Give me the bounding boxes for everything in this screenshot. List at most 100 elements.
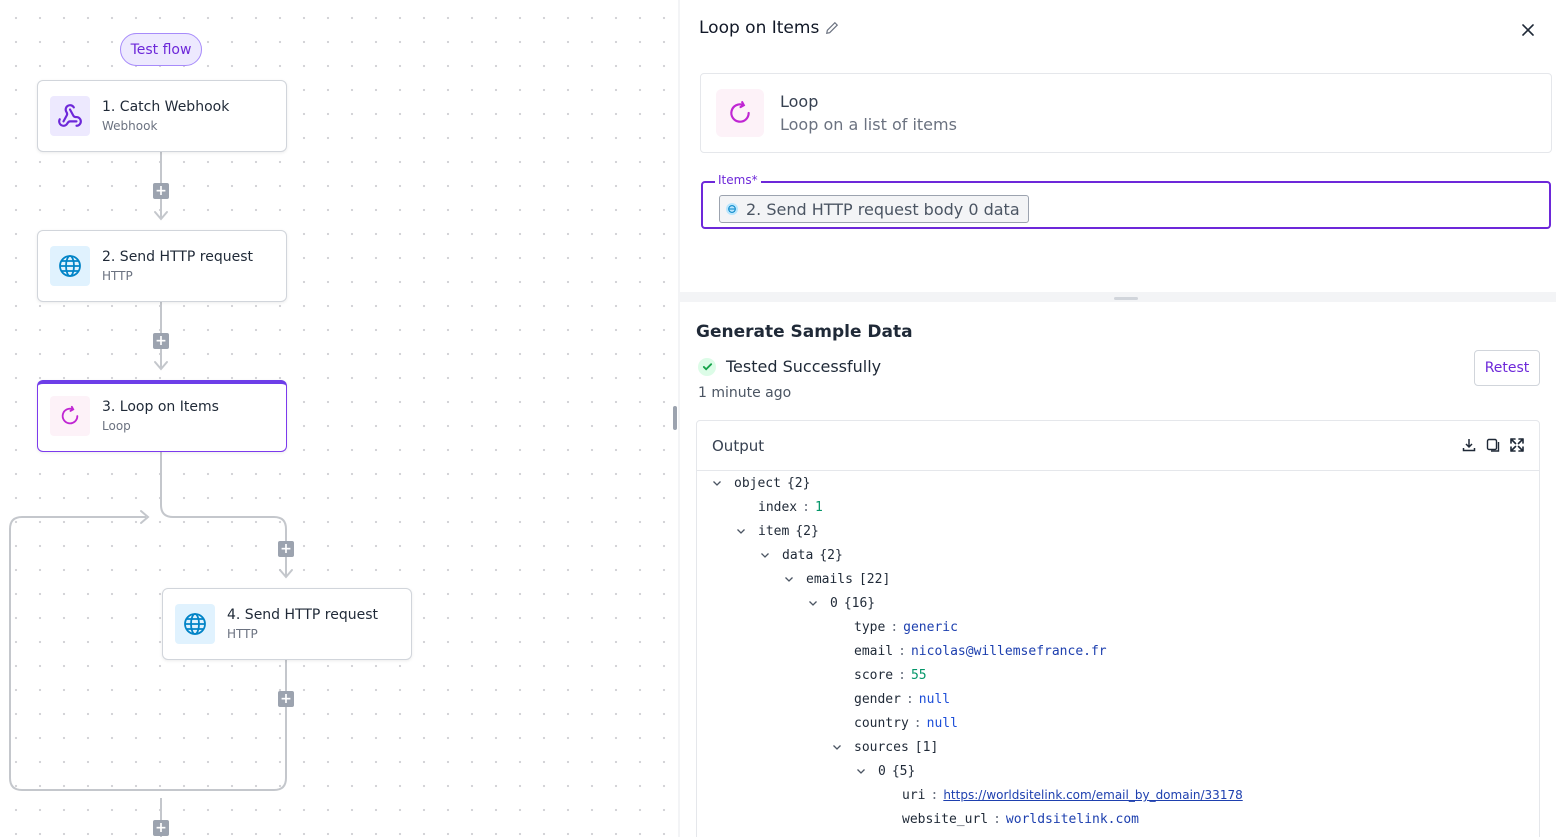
- tree-value: null: [926, 715, 958, 731]
- tree-count: {5}: [891, 763, 916, 779]
- tree-value: 1: [814, 499, 823, 515]
- tree-value: null: [918, 691, 951, 707]
- step-settings-panel: Loop on Items Loop Loop on a list of ite…: [680, 0, 1556, 837]
- items-input[interactable]: Items* 2. Send HTTP request body 0 data: [701, 173, 1551, 229]
- tree-key: country: [854, 715, 909, 731]
- tree-row[interactable]: item {2}: [735, 519, 819, 543]
- node-title: 2. Send HTTP request: [102, 249, 254, 265]
- tree-key: data: [782, 547, 814, 563]
- tree-count: {2}: [795, 523, 819, 539]
- pencil-icon[interactable]: [825, 21, 839, 35]
- check-icon: [698, 357, 716, 376]
- tree-key: item: [758, 523, 790, 539]
- tree-key: sources: [854, 739, 909, 755]
- tree-row[interactable]: emails [22]: [783, 567, 890, 591]
- piece-card: Loop Loop on a list of items: [700, 73, 1552, 153]
- node-catch-webhook[interactable]: 1. Catch Webhook Webhook: [37, 80, 287, 152]
- chevron-down-icon[interactable]: [759, 549, 771, 561]
- expand-icon[interactable]: [1509, 437, 1525, 453]
- output-title: Output: [712, 436, 765, 455]
- chevron-down-icon[interactable]: [735, 525, 747, 537]
- tree-row: score:55: [854, 663, 927, 687]
- node-loop-on-items[interactable]: 3. Loop on Items Loop: [37, 380, 287, 452]
- output-header: Output: [697, 421, 1539, 471]
- loop-icon: [716, 89, 764, 137]
- tree-count: [22]: [858, 571, 891, 587]
- add-step-in-loop-button[interactable]: +: [278, 691, 294, 707]
- tree-key: website_url: [902, 811, 989, 827]
- section-resize-grip[interactable]: [1114, 297, 1138, 300]
- chevron-down-icon[interactable]: [831, 741, 843, 753]
- tree-value: generic: [903, 619, 958, 635]
- node-subtitle: Loop: [102, 419, 131, 433]
- tree-count: {2}: [819, 547, 843, 563]
- tree-key: type: [854, 619, 886, 635]
- tree-row: email: nicolas@willemsefrance.fr: [854, 639, 1107, 663]
- node-send-http-request-2[interactable]: 2. Send HTTP request HTTP: [37, 230, 287, 302]
- test-status: Tested Successfully: [698, 357, 881, 376]
- panel-title-group: Loop on Items: [699, 18, 839, 38]
- tree-row[interactable]: 0 {16}: [807, 591, 875, 615]
- edge-3-loop-start: [160, 452, 287, 576]
- chevron-down-icon[interactable]: [711, 477, 723, 489]
- tree-row[interactable]: object {2}: [711, 471, 810, 495]
- tree-row: gender: null: [854, 687, 950, 711]
- test-flow-button[interactable]: Test flow: [120, 33, 202, 66]
- tree-row: uri: https://worldsitelink.com/email_by_d…: [902, 783, 1243, 807]
- node-subtitle: HTTP: [102, 269, 133, 283]
- node-title: 3. Loop on Items: [102, 399, 219, 415]
- add-step-in-loop-button[interactable]: +: [278, 541, 294, 557]
- tree-colon: :: [913, 715, 922, 731]
- tree-count: [1]: [914, 739, 939, 755]
- tree-value: 55: [910, 667, 927, 683]
- chevron-down-icon[interactable]: [783, 573, 795, 585]
- tree-key: 0: [878, 763, 886, 779]
- tree-value: worldsitelink.com: [1005, 811, 1139, 827]
- piece-description: Loop on a list of items: [780, 115, 957, 134]
- flow-canvas[interactable]: Test flow 1. Catch Webhook Webhook + 2. …: [0, 0, 672, 837]
- output-viewer: Output object {2} index:1 item {2} data {2} ema…: [696, 420, 1540, 837]
- node-send-http-request-4[interactable]: 4. Send HTTP request HTTP: [162, 588, 412, 660]
- sample-data-title: Generate Sample Data: [696, 322, 913, 342]
- tree-colon: :: [905, 691, 914, 707]
- tree-key: object: [734, 475, 781, 491]
- download-icon[interactable]: [1461, 437, 1477, 453]
- tree-row: website_url: worldsitelink.com: [902, 807, 1139, 831]
- piece-name: Loop: [780, 92, 819, 111]
- tree-colon: :: [898, 643, 906, 659]
- add-step-button[interactable]: +: [153, 333, 169, 349]
- globe-icon: [50, 246, 90, 286]
- tree-row[interactable]: 0 {5}: [855, 759, 915, 783]
- close-icon[interactable]: [1518, 20, 1538, 40]
- chevron-down-icon[interactable]: [855, 765, 867, 777]
- add-step-button[interactable]: +: [153, 820, 169, 836]
- tree-colon: :: [930, 787, 939, 803]
- node-title: 1. Catch Webhook: [102, 99, 230, 115]
- globe-icon: [726, 203, 738, 215]
- node-title: 4. Send HTTP request: [227, 607, 379, 623]
- tree-value-link[interactable]: https://worldsitelink.com/email_by_domai…: [943, 788, 1242, 802]
- tree-key: uri: [902, 787, 926, 803]
- copy-icon[interactable]: [1485, 437, 1501, 453]
- panel-title: Loop on Items: [699, 18, 820, 38]
- tree-colon: :: [898, 667, 906, 683]
- tree-colon: :: [993, 811, 1001, 827]
- tree-key: index: [758, 499, 798, 515]
- retest-button[interactable]: Retest: [1474, 350, 1540, 386]
- items-label: Items*: [715, 173, 761, 187]
- chevron-down-icon[interactable]: [807, 597, 819, 609]
- add-step-button[interactable]: +: [153, 183, 169, 199]
- tree-row: index:1: [758, 495, 823, 519]
- test-status-label: Tested Successfully: [726, 357, 882, 376]
- tree-row: country: null: [854, 711, 958, 735]
- tree-row[interactable]: sources [1]: [831, 735, 938, 759]
- node-subtitle: Webhook: [102, 119, 158, 133]
- tree-row[interactable]: data {2}: [759, 543, 843, 567]
- tree-colon: :: [802, 499, 810, 515]
- tree-key: score: [854, 667, 894, 683]
- tree-key: email: [854, 643, 894, 659]
- node-subtitle: HTTP: [227, 627, 258, 641]
- tree-key: gender: [854, 691, 901, 707]
- data-reference-chip[interactable]: 2. Send HTTP request body 0 data: [719, 195, 1029, 223]
- panel-resize-handle[interactable]: [673, 406, 677, 430]
